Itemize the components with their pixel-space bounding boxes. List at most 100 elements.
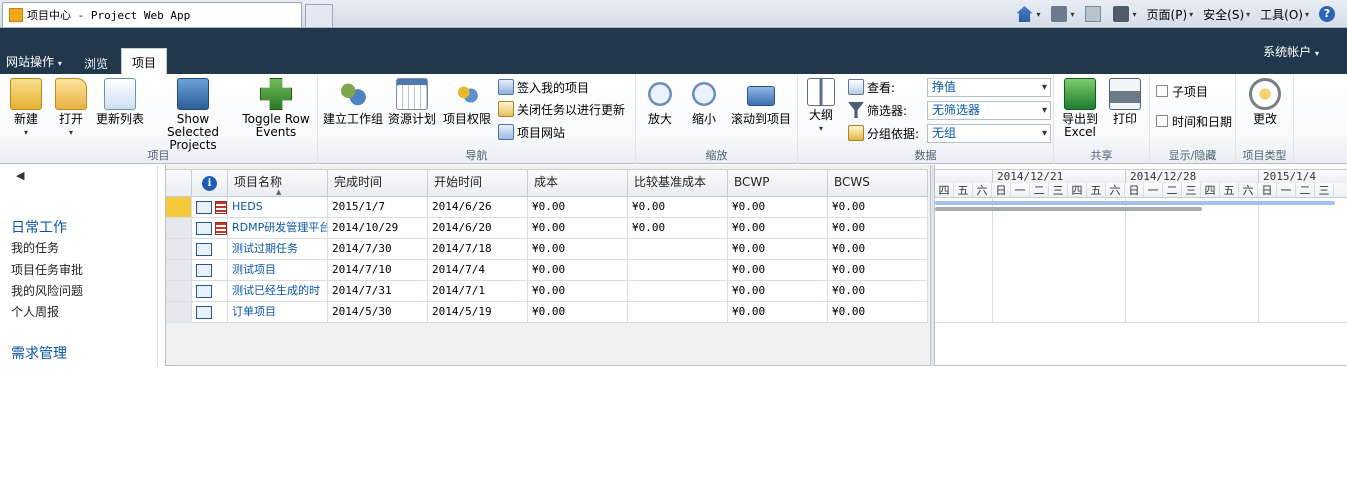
export-excel-button[interactable]: 导出到 Excel [1060, 78, 1100, 139]
table-row[interactable]: 订单项目 2014/5/30 2014/5/19 ¥0.00 ¥0.00 ¥0.00 [166, 302, 928, 323]
column-header-name[interactable]: 项目名称 ▲ [228, 170, 328, 196]
row-selector[interactable] [166, 239, 192, 260]
safety-menu[interactable]: 安全(S) ▾ [1203, 6, 1250, 23]
filter-icon [848, 102, 864, 118]
project-name-cell: 测试过期任务 [228, 239, 328, 260]
ribbon: 新建 ▾ 打开 ▾ 更新列表 Show Selected Projects To… [0, 74, 1347, 164]
toggle-row-label-2: Events [255, 125, 297, 139]
check-in-button[interactable]: 签入我的项目 [498, 77, 589, 97]
feeds-button[interactable]: ▾ [1050, 6, 1075, 22]
new-button[interactable]: 新建 ▾ [6, 78, 46, 139]
zoom-in-button[interactable]: 放大 [642, 78, 678, 126]
project-site-button[interactable]: 项目网站 [498, 122, 565, 142]
table-row[interactable]: 测试已经生成的时 2014/7/31 2014/7/1 ¥0.00 ¥0.00 ¥0.00 [166, 281, 928, 302]
project-name-link[interactable]: 测试已经生成的时 [232, 284, 320, 297]
row-selector[interactable] [166, 218, 192, 239]
bcwp-cell: ¥0.00 [728, 197, 828, 218]
browser-tab[interactable]: 项目中心 - Project Web App [2, 2, 302, 27]
zoom-in-icon [648, 82, 672, 106]
row-indicators [192, 281, 228, 302]
nav-item-risks-issues[interactable]: 我的风险问题 [11, 282, 83, 299]
mail-button[interactable] [1084, 6, 1103, 22]
gantt-day-label: 六 [973, 183, 992, 197]
gantt-day-label: 四 [935, 183, 954, 197]
project-permissions-button[interactable]: 项目权限 [440, 78, 494, 126]
gantt-chart: 2014/12/21 2014/12/28 2015/1/4 四五六日一二三四五… [935, 165, 1347, 366]
subprojects-toggle[interactable]: 子项目 [1156, 81, 1208, 101]
scroll-to-project-button[interactable]: 滚动到项目 [728, 78, 794, 126]
row-selector[interactable] [166, 197, 192, 218]
header-select-cell[interactable] [166, 170, 192, 196]
show-selected-projects-button[interactable]: Show Selected Projects [150, 78, 236, 152]
tab-project[interactable]: 项目 [121, 48, 167, 74]
subprojects-checkbox[interactable] [1156, 85, 1168, 97]
finish-cell: 2014/5/30 [328, 302, 428, 323]
gantt-bar-heds[interactable] [935, 201, 1335, 205]
resource-plan-icon [396, 78, 428, 110]
open-button[interactable]: 打开 ▾ [52, 78, 90, 139]
filter-select[interactable]: 无筛选器 [927, 100, 1051, 120]
resource-plan-button[interactable]: 资源计划 [386, 78, 438, 126]
nav-item-my-tasks[interactable]: 我的任务 [11, 239, 59, 256]
time-and-date-checkbox[interactable] [1156, 115, 1168, 127]
gantt-day-label: 二 [1030, 183, 1049, 197]
refresh-list-button[interactable]: 更新列表 [94, 78, 146, 126]
group-by-select[interactable]: 无组 [927, 123, 1051, 143]
account-menu[interactable]: 系统帐户 ▾ [1263, 43, 1319, 60]
nav-heading-requirements[interactable]: 需求管理 [11, 343, 67, 363]
row-selector[interactable] [166, 281, 192, 302]
table-row[interactable]: HEDS 2015/1/7 2014/6/26 ¥0.00 ¥0.00 ¥0.00 ¥0.0… [166, 197, 928, 218]
column-header-start[interactable]: 开始时间 [428, 170, 528, 196]
project-name-link[interactable]: 测试过期任务 [232, 242, 298, 255]
baseline-cost-cell [628, 302, 728, 323]
view-select[interactable]: 挣值 [927, 77, 1051, 97]
grid-body: HEDS 2015/1/7 2014/6/26 ¥0.00 ¥0.00 ¥0.00 ¥0.0… [166, 197, 928, 323]
page-menu[interactable]: 页面(P) ▾ [1147, 6, 1194, 23]
column-header-bcws[interactable]: BCWS [828, 170, 928, 196]
project-name-link[interactable]: HEDS [232, 200, 263, 213]
table-row[interactable]: RDMP研发管理平台 2014/10/29 2014/6/20 ¥0.00 ¥0.00 ¥… [166, 218, 928, 239]
column-header-cost[interactable]: 成本 [528, 170, 628, 196]
nav-heading-daily-work[interactable]: 日常工作 [11, 217, 67, 237]
row-selector[interactable] [166, 260, 192, 281]
project-name-cell: 测试已经生成的时 [228, 281, 328, 302]
row-selector[interactable] [166, 302, 192, 323]
project-name-link[interactable]: 订单项目 [232, 305, 276, 318]
table-row[interactable]: 测试过期任务 2014/7/30 2014/7/18 ¥0.00 ¥0.00 ¥0.00 [166, 239, 928, 260]
build-team-button[interactable]: 建立工作组 [322, 78, 384, 126]
close-tasks-button[interactable]: 关闭任务以进行更新 [498, 99, 625, 119]
outline-button[interactable]: 大纲 ▾ [804, 78, 838, 135]
tools-menu[interactable]: 工具(O) ▾ [1260, 6, 1309, 23]
ribbon-group-share-label: 共享 [1090, 149, 1113, 162]
new-tab-button[interactable] [305, 4, 333, 27]
column-header-bcwp[interactable]: BCWP [728, 170, 828, 196]
print-grid-button[interactable]: 打印 [1106, 78, 1144, 126]
close-tasks-label: 关闭任务以进行更新 [517, 102, 626, 117]
gantt-day-label: 日 [1258, 183, 1277, 197]
change-project-type-button[interactable]: 更改 [1246, 78, 1284, 126]
site-actions-menu[interactable]: 网站操作 ▾ [6, 53, 62, 70]
help-button[interactable]: ? [1319, 6, 1337, 22]
gantt-week-label: 2014/12/28 [1125, 170, 1196, 184]
print-button[interactable]: ▾ [1112, 6, 1137, 22]
table-row[interactable]: 测试项目 2014/7/10 2014/7/4 ¥0.00 ¥0.00 ¥0.00 [166, 260, 928, 281]
nav-item-weekly-report[interactable]: 个人周报 [11, 303, 59, 320]
project-grid: i 项目名称 ▲ 完成时间 开始时间 成本 比较基准成本 BCWP BCWS HE… [165, 165, 930, 366]
nav-item-task-approval[interactable]: 项目任务审批 [11, 261, 83, 278]
collapse-nav-icon[interactable]: ◀ [16, 169, 24, 182]
gantt-week-label: 2015/1/4 [1258, 170, 1316, 184]
tab-browse[interactable]: 浏览 [78, 55, 114, 74]
column-header-baseline-cost[interactable]: 比较基准成本 [628, 170, 728, 196]
browser-toolbar: 项目中心 - Project Web App ▾ ▾ ▾ 页面(P) ▾ 安全(S… [0, 0, 1347, 28]
time-and-date-toggle[interactable]: 时间和日期 [1156, 111, 1232, 131]
gantt-week-label: 2014/12/21 [992, 170, 1063, 184]
toggle-row-events-button[interactable]: Toggle Row Events [238, 78, 314, 139]
zoom-out-button[interactable]: 缩小 [686, 78, 722, 126]
home-button[interactable]: ▾ [1016, 6, 1041, 22]
column-header-finish[interactable]: 完成时间 [328, 170, 428, 196]
build-team-icon [337, 78, 369, 110]
gantt-day-label: 一 [1277, 183, 1296, 197]
project-name-link[interactable]: 测试项目 [232, 263, 276, 276]
gantt-bar-heds-baseline[interactable] [935, 207, 1202, 211]
project-name-link[interactable]: RDMP研发管理平台 [232, 221, 327, 234]
